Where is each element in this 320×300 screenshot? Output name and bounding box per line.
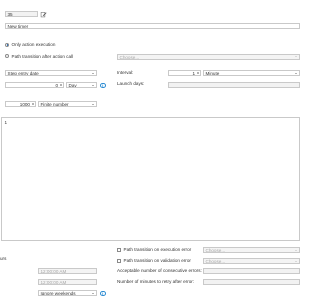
weekends-select[interactable]: Ignore weekends <box>38 290 97 296</box>
interval-stepper[interactable]: 1 <box>168 70 201 76</box>
time-from-field: 12:00:00 AM <box>38 268 97 274</box>
radio-path-transition[interactable] <box>5 54 10 59</box>
launch-days-field[interactable] <box>168 82 300 88</box>
path-transition-select: Choose... <box>117 53 300 60</box>
radio-only-action[interactable] <box>5 42 10 47</box>
exec-error-path-select: Choose... <box>203 247 300 253</box>
hours-label-fragment: urs <box>0 256 7 261</box>
repeat-mode-select[interactable]: Finite number <box>38 101 97 107</box>
time-to-field: 12:00:00 AM <box>38 279 97 285</box>
timer-id-field: 35 <box>5 11 38 17</box>
option-only-action-label: Only action execution <box>11 42 56 47</box>
consecutive-errors-input[interactable] <box>203 268 300 274</box>
consecutive-errors-label: Acceptable number of consecutive errors: <box>117 268 202 273</box>
option-path-transition-label: Path transition after action call <box>11 53 74 59</box>
path-on-exec-error-label: Path transition on execution error <box>123 247 192 252</box>
script-editor[interactable]: 1 <box>1 117 300 241</box>
checkbox-path-on-validation-error[interactable] <box>117 258 122 263</box>
timer-name-input[interactable]: New timer <box>5 23 300 29</box>
info-icon[interactable]: i <box>100 82 106 89</box>
checkbox-path-on-exec-error[interactable] <box>117 247 122 252</box>
start-type-select[interactable]: Step entry date <box>5 70 97 76</box>
interval-label: Interval: <box>117 70 134 75</box>
retry-minutes-label: Number of minutes to retry after error: <box>117 279 195 284</box>
info-icon[interactable]: i <box>100 290 106 297</box>
path-on-validation-error-label: Path transition on validation error <box>123 258 191 263</box>
offset-unit-select[interactable]: Day <box>66 82 97 88</box>
launch-days-label: Launch days: <box>117 81 145 86</box>
repeat-count-stepper[interactable]: 1000 <box>5 101 36 107</box>
edit-icon[interactable] <box>40 11 47 18</box>
validation-error-path-select: Choose... <box>203 258 300 264</box>
retry-minutes-input[interactable] <box>203 279 300 285</box>
line-number: 1 <box>4 119 8 125</box>
interval-unit-select[interactable]: Minute <box>203 70 300 76</box>
offset-stepper[interactable]: 0 <box>5 82 64 88</box>
